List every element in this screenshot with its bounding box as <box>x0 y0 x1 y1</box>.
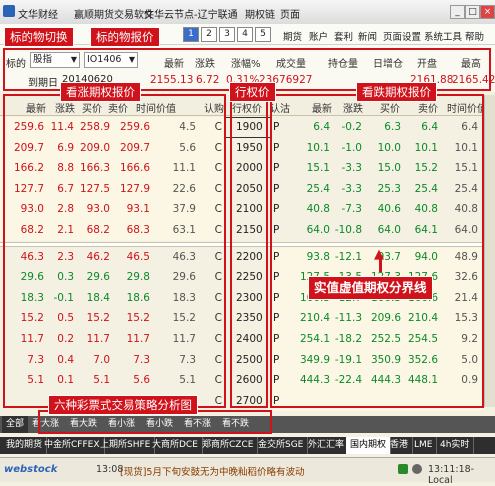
menu-arbitrage[interactable]: 套利 <box>334 29 353 43</box>
page-button[interactable]: 5 <box>255 27 271 42</box>
page-button[interactable]: 3 <box>219 27 235 42</box>
network-icon <box>398 464 408 474</box>
exchange-tab[interactable]: 大商所DCE <box>148 437 203 454</box>
annotation-boundary: 实值虚值期权分界线 <box>308 276 433 300</box>
annotation-put-quote: 看跌期权报价 <box>356 82 437 102</box>
strike-highlight-box <box>230 94 268 408</box>
annotation-underlying-quote: 标的物报价 <box>90 27 160 47</box>
exchange-tab[interactable]: 国内期权 <box>346 437 392 454</box>
title-bar: 文华财经 赢顺期货交易软件 文华云节点-辽宁联通 期权链 页面 _ □ × <box>0 0 495 25</box>
exchange-tab[interactable]: 上期所SHFE <box>96 437 156 454</box>
exchange-tab[interactable]: 香港 <box>386 437 414 454</box>
annotation-strategy: 六种彩票式交易策略分析图 <box>48 395 198 415</box>
annotation-call-quote: 看涨期权报价 <box>60 82 141 102</box>
title-segment: 文华云节点-辽宁联通 <box>144 10 238 21</box>
menu-news[interactable]: 新闻 <box>358 29 377 43</box>
annotation-underlying-switch: 标的物切换 <box>4 27 74 47</box>
title-segment: 赢顺期货交易软件 <box>74 10 154 21</box>
app-logo-icon <box>3 5 15 17</box>
menu-futures[interactable]: 期货 <box>283 29 302 43</box>
status-bar: webstock 13:08 [现货]5月下旬安鼓无为中晚籼稻价略有波动 13:… <box>0 457 495 486</box>
arrow-shaft <box>379 258 382 272</box>
exchange-tab[interactable]: LME <box>410 437 438 454</box>
page-button[interactable]: 1 <box>183 27 199 42</box>
menu-bar: 1 2 3 4 5 期货 账户 套利 新闻 页面设置 系统工具 帮助 <box>0 24 495 45</box>
strategy-tab[interactable]: 全部 <box>2 416 29 433</box>
title-segment: 页面 <box>280 10 300 21</box>
call-highlight-box <box>3 94 226 408</box>
exchange-tab-bar: 我的期货 中金所CFFEX 上期所SHFE 大商所DCE 郑商所CZCE 金交所SGE 外汇… <box>0 437 495 454</box>
page-button[interactable]: 2 <box>201 27 217 42</box>
exchange-tab[interactable]: 外汇汇率 <box>304 437 350 454</box>
minimize-button[interactable]: _ <box>450 5 465 19</box>
close-button[interactable]: × <box>480 5 495 19</box>
exchange-tab[interactable]: 中金所CFFEX <box>40 437 105 454</box>
speaker-icon <box>412 464 422 474</box>
menu-system-tools[interactable]: 系统工具 <box>424 29 462 43</box>
page-button[interactable]: 4 <box>237 27 253 42</box>
menu-account[interactable]: 账户 <box>309 29 328 43</box>
brand-logo: webstock <box>4 464 58 475</box>
exchange-tab[interactable]: 4h实时 <box>436 437 475 454</box>
clock-text: 13:11:18-Local <box>428 464 475 486</box>
menu-page-settings[interactable]: 页面设置 <box>383 29 421 43</box>
vertical-scrollbar[interactable] <box>484 95 495 407</box>
menu-help[interactable]: 帮助 <box>465 29 484 43</box>
annotation-strike: 行权价 <box>229 82 276 102</box>
news-ticker[interactable]: [现货]5月下旬安鼓无为中晚籼稻价略有波动 <box>120 464 304 478</box>
exchange-tab[interactable]: 金交所SGE <box>254 437 309 454</box>
exchange-tab[interactable]: 郑商所CZCE <box>198 437 259 454</box>
app-name: 文华财经 <box>18 10 58 21</box>
title-segment: 期权链 <box>245 10 275 21</box>
maximize-button[interactable]: □ <box>465 5 480 19</box>
